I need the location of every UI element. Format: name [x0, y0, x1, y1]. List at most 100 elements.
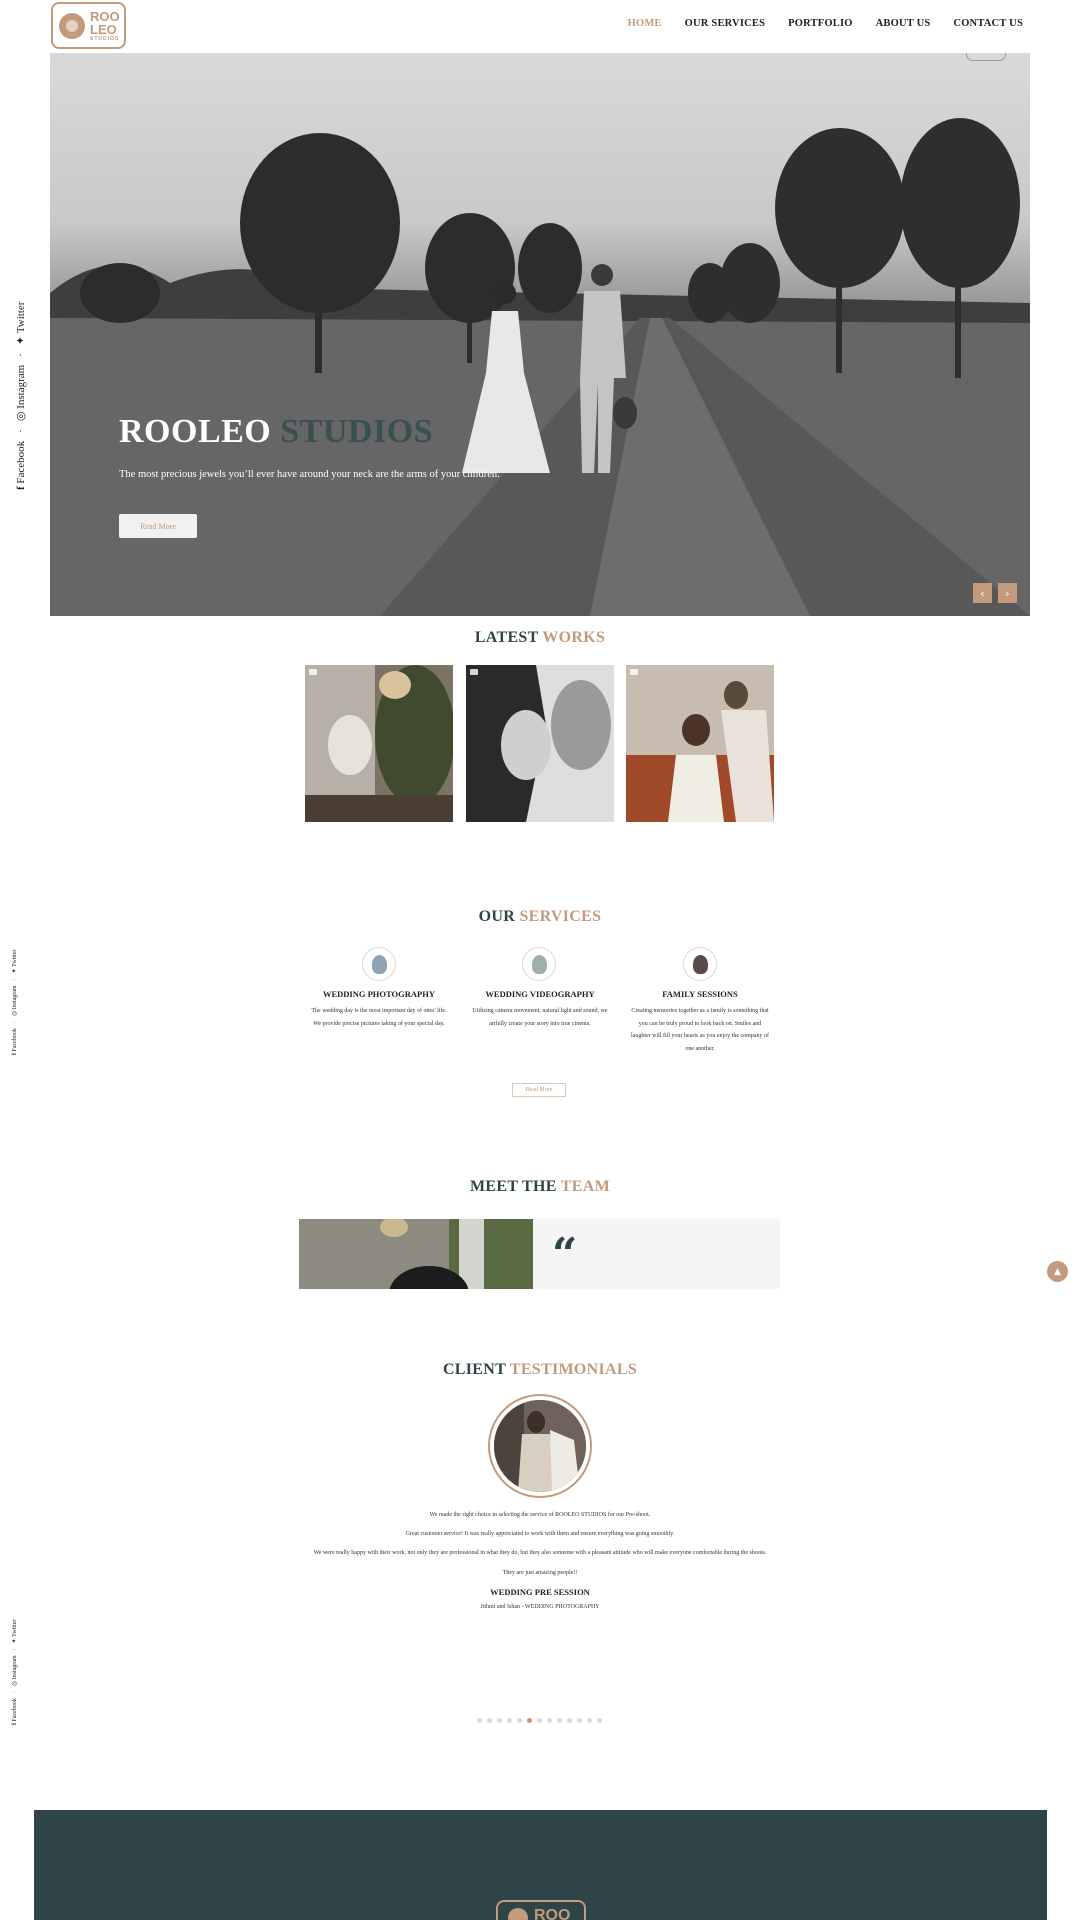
service-title: WEDDING PHOTOGRAPHY: [322, 989, 435, 999]
twitter-link[interactable]: Twitter: [12, 1620, 18, 1637]
services-read-more-button[interactable]: Read More: [512, 1083, 566, 1097]
nav-home[interactable]: HOME: [628, 18, 662, 29]
pagination-dot[interactable]: [597, 1718, 602, 1723]
facebook-link[interactable]: Facebook: [12, 1028, 18, 1051]
service-title: WEDDING VIDEOGRAPHY: [485, 989, 595, 999]
separator: ·: [11, 1691, 18, 1694]
footer-logo[interactable]: ROO: [496, 1900, 586, 1920]
testimonials-title-accent: TESTIMONIALS: [509, 1361, 638, 1378]
latest-works-title: LATEST WORKS: [0, 629, 1080, 647]
pagination-dot[interactable]: [547, 1718, 552, 1723]
service-description: Creating memories together as a family i…: [631, 1008, 769, 1052]
gallery-icon: [309, 669, 317, 675]
pagination-dot[interactable]: [577, 1718, 582, 1723]
pagination-dot[interactable]: [507, 1718, 512, 1723]
work-thumbnail-2[interactable]: [466, 665, 614, 822]
client-photo: [494, 1400, 586, 1492]
nav-our-services[interactable]: OUR SERVICES: [685, 18, 766, 29]
quote-icon: “: [552, 1229, 578, 1280]
separator: ·: [11, 1648, 18, 1651]
testimonial-line: They are just amazing people!!: [502, 1570, 578, 1576]
service-description: Utilizing camera movement, natural light…: [472, 1008, 608, 1027]
separator: ·: [11, 1021, 18, 1024]
pagination-dot[interactable]: [517, 1718, 522, 1723]
hero-badge: [966, 53, 1006, 61]
pagination-dot[interactable]: [557, 1718, 562, 1723]
work-image-2: [466, 665, 614, 822]
separator: ·: [14, 429, 27, 433]
testimonial-line: Great customer service! It was really ap…: [405, 1531, 675, 1537]
pagination-dot[interactable]: [537, 1718, 542, 1723]
nav-portfolio[interactable]: PORTFOLIO: [788, 18, 852, 29]
client-avatar: [488, 1394, 592, 1498]
twitter-icon[interactable]: ✦: [14, 336, 27, 345]
social-links-hero: f Facebook · ◎ Instagram · ✦ Twitter: [14, 302, 28, 490]
work-thumbnail-1[interactable]: [305, 665, 453, 822]
testimonial-author: Jithmi and Ishan - WEDDING PHOTOGRAPHY: [480, 1604, 600, 1610]
twitter-link[interactable]: Twitter: [12, 950, 18, 967]
pagination-dot[interactable]: [567, 1718, 572, 1723]
instagram-icon[interactable]: ◎: [11, 1681, 18, 1686]
team-member-photo: [299, 1219, 533, 1289]
pagination-dot[interactable]: [487, 1718, 492, 1723]
testimonial-line: We made the right choice in selecting th…: [429, 1512, 651, 1518]
nav-contact-us[interactable]: CONTACT US: [953, 18, 1023, 29]
instagram-icon[interactable]: ◎: [11, 1011, 18, 1016]
instagram-link[interactable]: Instagram: [15, 365, 27, 409]
latest-works-title-accent: WORKS: [542, 629, 606, 646]
client-image: [494, 1400, 586, 1492]
service-title: FAMILY SESSIONS: [662, 989, 738, 999]
testimonials-title: CLIENT TESTIMONIALS: [0, 1361, 1080, 1379]
chevron-up-icon[interactable]: ▲: [1047, 1261, 1068, 1282]
instagram-link[interactable]: Instagram: [12, 1655, 18, 1679]
facebook-icon[interactable]: f: [12, 1053, 18, 1055]
hero-title: ROOLEO STUDIOS: [119, 413, 433, 451]
twitter-icon[interactable]: ✦: [11, 1638, 18, 1643]
team-quote-card: “: [533, 1219, 780, 1289]
team-title-accent: TEAM: [560, 1178, 610, 1195]
facebook-icon[interactable]: f: [12, 1723, 18, 1725]
work-thumbnail-3[interactable]: [626, 665, 774, 822]
facebook-link[interactable]: Facebook: [15, 441, 27, 484]
social-links-side-2: f Facebook · ◎ Instagram · ✦ Twitter: [11, 1620, 19, 1725]
wedding-videography-icon: [522, 947, 556, 981]
work-image-3: [626, 665, 774, 822]
wedding-photography-icon: [362, 947, 396, 981]
main-nav: HOME OUR SERVICES PORTFOLIO ABOUT US CON…: [605, 18, 1023, 29]
pagination-dot[interactable]: [477, 1718, 482, 1723]
pagination-dot[interactable]: [497, 1718, 502, 1723]
instagram-link[interactable]: Instagram: [12, 985, 18, 1009]
logo[interactable]: ROO LEO STUDIOS: [51, 2, 126, 49]
twitter-link[interactable]: Twitter: [15, 302, 27, 334]
team-title-main: MEET THE: [470, 1178, 557, 1195]
twitter-icon[interactable]: ✦: [11, 968, 18, 973]
hero-read-more-button[interactable]: Read More: [119, 514, 197, 538]
hero-title-main: ROOLEO: [119, 413, 272, 450]
logo-small-text: STUDIOS: [90, 35, 120, 42]
instagram-icon[interactable]: ◎: [14, 412, 27, 422]
chevron-right-icon[interactable]: ›: [998, 583, 1017, 603]
footer-logo-text: ROO: [534, 1907, 571, 1920]
testimonial-heading: WEDDING PRE SESSION: [490, 1587, 590, 1597]
separator: ·: [11, 978, 18, 981]
team-title: MEET THE TEAM: [0, 1178, 1080, 1196]
pagination-dot-active[interactable]: [527, 1718, 532, 1723]
testimonials-title-main: CLIENT: [442, 1361, 506, 1378]
gallery-icon: [630, 669, 638, 675]
services-title: OUR SERVICES: [0, 908, 1080, 926]
logo-text: ROO LEO STUDIOS: [90, 10, 120, 42]
pagination-dot[interactable]: [587, 1718, 592, 1723]
testimonial-line: We were really happy with their work, no…: [313, 1550, 767, 1556]
facebook-icon[interactable]: f: [15, 486, 27, 490]
chevron-left-icon[interactable]: ‹: [973, 583, 992, 603]
logo-line-1: ROO: [90, 8, 120, 24]
work-image-1: [305, 665, 453, 822]
separator: ·: [14, 353, 27, 357]
family-sessions-icon: [683, 947, 717, 981]
lion-logo-icon: [59, 12, 85, 39]
hero-slider[interactable]: ROOLEO STUDIOS The most precious jewels …: [50, 53, 1030, 616]
services-title-main: OUR: [478, 908, 516, 925]
logo-line-2: LEO: [90, 21, 117, 37]
nav-about-us[interactable]: ABOUT US: [876, 18, 931, 29]
facebook-link[interactable]: Facebook: [12, 1698, 18, 1721]
